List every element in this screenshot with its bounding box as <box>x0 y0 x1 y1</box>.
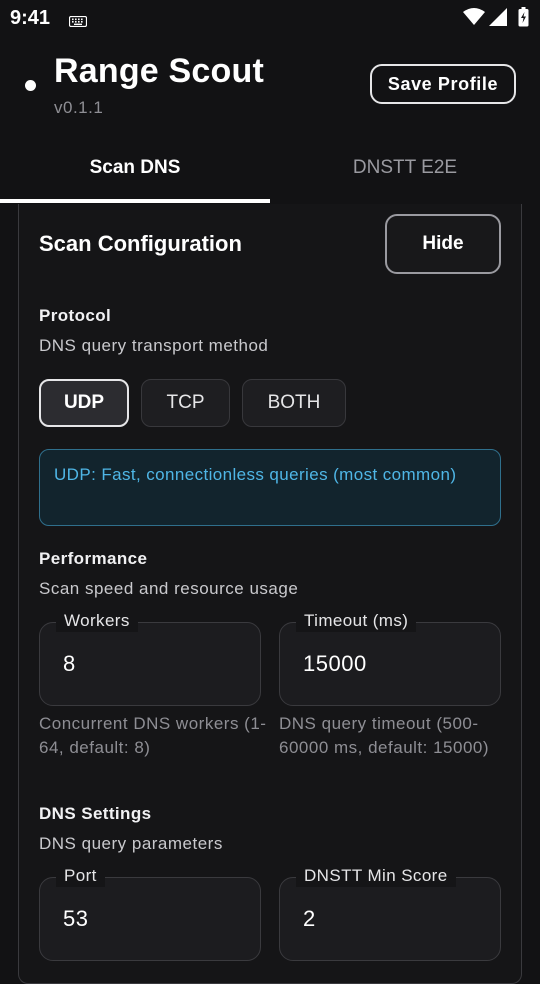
workers-field[interactable]: Workers 8 <box>39 610 261 706</box>
status-dot-icon <box>25 80 36 91</box>
timeout-label: Timeout (ms) <box>296 610 417 632</box>
app-title: Range Scout <box>54 52 265 90</box>
performance-subtitle: Scan speed and resource usage <box>39 579 299 598</box>
tab-indicator <box>0 199 270 203</box>
status-bar: 9:41 <box>0 0 540 36</box>
performance-title: Performance <box>39 549 148 568</box>
protocol-option-udp[interactable]: UDP <box>39 379 129 427</box>
app-header: Range Scout v0.1.1 Save Profile <box>0 36 540 132</box>
hide-button[interactable]: Hide <box>385 214 501 274</box>
protocol-title: Protocol <box>39 306 112 325</box>
wifi-icon <box>463 8 485 31</box>
port-field[interactable]: Port 53 <box>39 865 261 961</box>
keyboard-icon <box>68 14 88 32</box>
dns-settings-title: DNS Settings <box>39 804 152 823</box>
timeout-field[interactable]: Timeout (ms) 15000 <box>279 610 501 706</box>
protocol-subtitle: DNS query transport method <box>39 336 269 355</box>
app-version: v0.1.1 <box>54 98 104 117</box>
dns-settings-subtitle: DNS query parameters <box>39 834 223 853</box>
protocol-option-both[interactable]: BOTH <box>242 379 346 427</box>
workers-helper: Concurrent DNS workers (1-64, default: 8… <box>39 714 267 757</box>
signal-icon <box>489 8 507 31</box>
min-score-field[interactable]: DNSTT Min Score 2 <box>279 865 501 961</box>
tab-scan-dns[interactable]: Scan DNS <box>0 138 270 198</box>
port-label: Port <box>56 865 105 887</box>
save-profile-button[interactable]: Save Profile <box>370 64 516 104</box>
protocol-info-box: UDP: Fast, connectionless queries (most … <box>39 449 501 526</box>
tab-dnstt-e2e[interactable]: DNSTT E2E <box>270 138 540 198</box>
card-title: Scan Configuration <box>39 231 242 256</box>
min-score-value[interactable]: 2 <box>303 906 316 932</box>
battery-icon <box>518 7 529 32</box>
min-score-label: DNSTT Min Score <box>296 865 456 887</box>
timeout-helper: DNS query timeout (500-60000 ms, default… <box>279 714 490 757</box>
port-value[interactable]: 53 <box>63 906 88 932</box>
timeout-value[interactable]: 15000 <box>303 651 367 677</box>
protocol-option-tcp[interactable]: TCP <box>141 379 230 427</box>
status-time: 9:41 <box>10 7 51 29</box>
workers-value[interactable]: 8 <box>63 651 76 677</box>
tab-bar: Scan DNS DNSTT E2E <box>0 138 540 204</box>
workers-label: Workers <box>56 610 138 632</box>
